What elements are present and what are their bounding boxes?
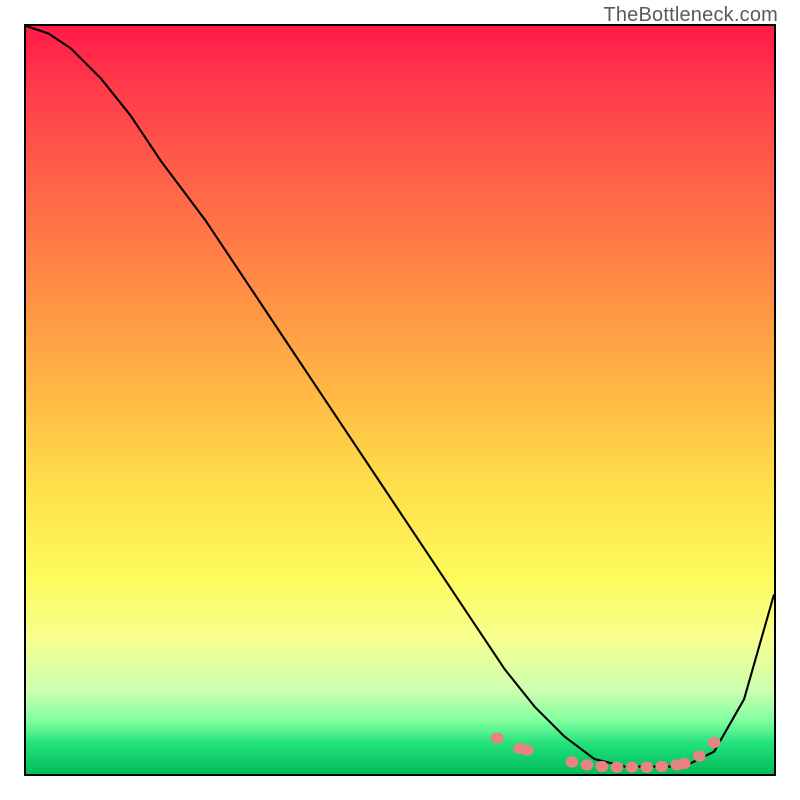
marker-point: [521, 744, 534, 755]
chart-frame: TheBottleneck.com: [0, 0, 800, 800]
marker-group: [491, 732, 721, 772]
plot-area: [24, 24, 776, 776]
marker-point: [581, 759, 594, 770]
marker-point: [626, 762, 639, 773]
marker-point: [678, 758, 691, 769]
marker-point: [491, 732, 504, 743]
chart-svg: [26, 26, 774, 774]
marker-point: [708, 737, 721, 748]
marker-point: [693, 750, 706, 761]
marker-point: [596, 761, 609, 772]
marker-point: [611, 762, 624, 773]
marker-point: [640, 762, 653, 773]
marker-point: [566, 756, 579, 767]
marker-point: [655, 761, 668, 772]
curve-path: [26, 26, 774, 767]
